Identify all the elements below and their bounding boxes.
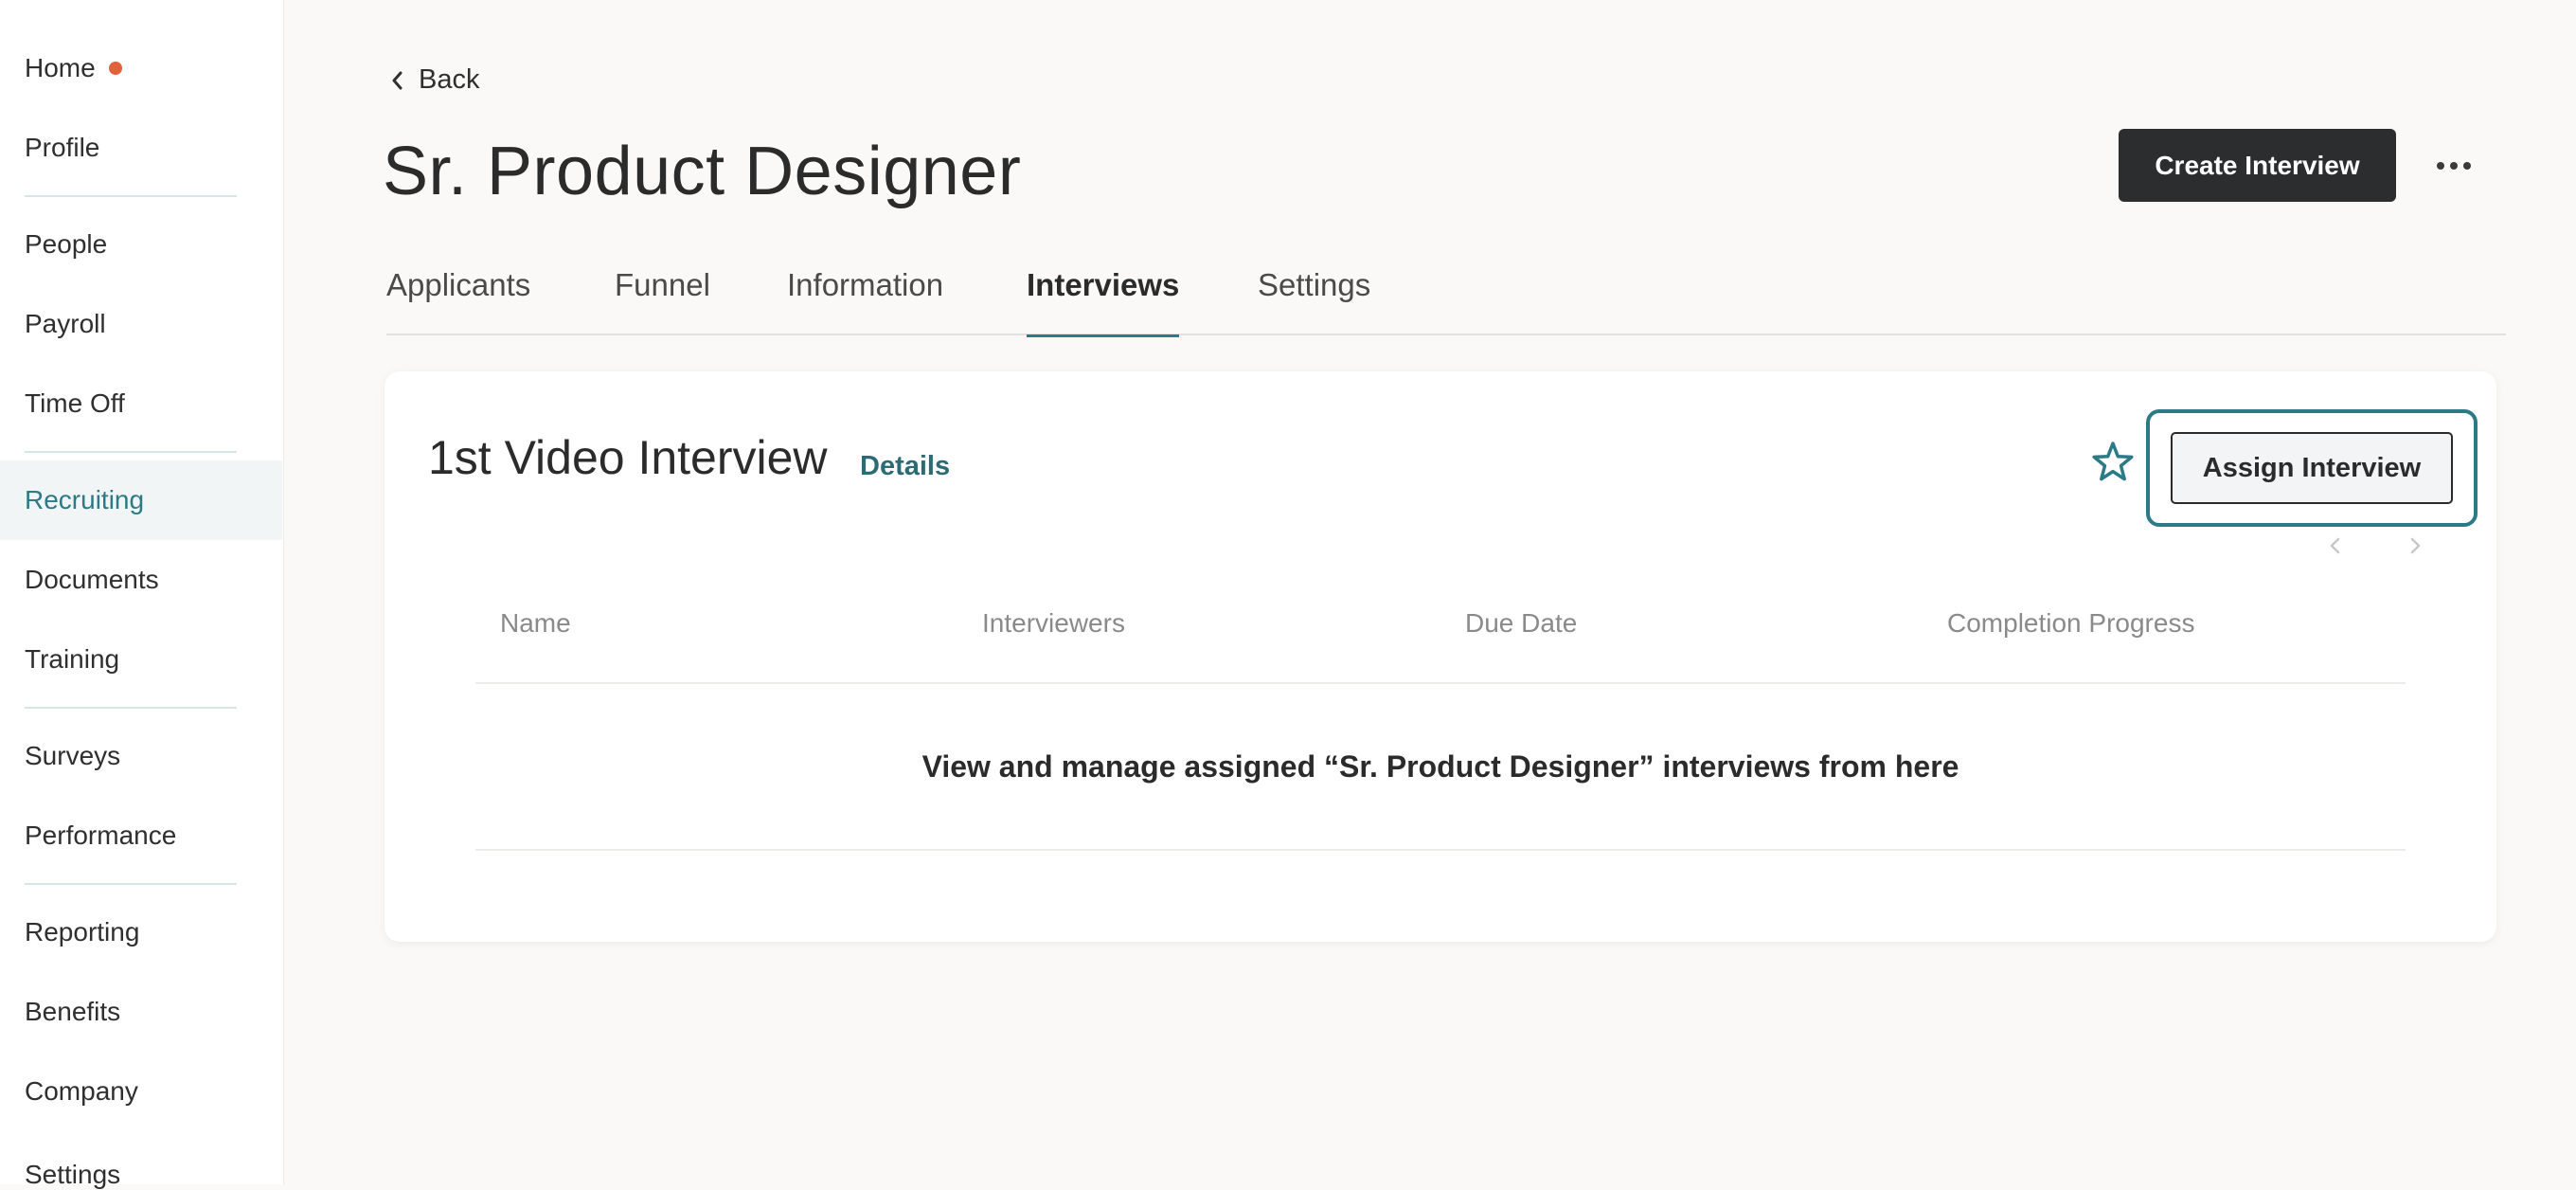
column-header-name[interactable]: Name: [500, 608, 571, 639]
sidebar-item-label: Benefits: [25, 997, 121, 1026]
star-icon[interactable]: [2091, 440, 2135, 483]
sidebar-item-label: Profile: [25, 133, 100, 162]
sidebar-item-label: Documents: [25, 565, 159, 594]
sidebar-item-label: Home: [25, 53, 96, 82]
sidebar-item-surveys[interactable]: Surveys: [0, 716, 282, 796]
sidebar-item-company[interactable]: Company: [0, 1052, 282, 1131]
sidebar-item-recruiting[interactable]: Recruiting: [0, 460, 282, 540]
notification-dot: [108, 62, 122, 75]
sidebar-divider: [25, 883, 237, 885]
sidebar-item-label: Company: [25, 1076, 138, 1106]
tab-interviews[interactable]: Interviews: [1027, 267, 1180, 337]
sidebar-item-label: Training: [25, 644, 120, 674]
back-label: Back: [419, 64, 480, 95]
column-header-due-date[interactable]: Due Date: [1465, 608, 1577, 639]
column-header-completion-progress[interactable]: Completion Progress: [1947, 608, 2194, 639]
interview-card: 1st Video Interview Details Assign Inter…: [385, 371, 2496, 942]
assign-interview-button[interactable]: Assign Interview: [2171, 432, 2453, 504]
sidebar-item-training[interactable]: Training: [0, 620, 282, 699]
sidebar-item-home[interactable]: Home: [0, 28, 282, 108]
sidebar-item-label: Reporting: [25, 917, 140, 947]
more-options-icon[interactable]: [2430, 150, 2478, 182]
sidebar-item-label: Performance: [25, 820, 177, 850]
sidebar-divider: [25, 195, 237, 197]
sidebar-item-reporting[interactable]: Reporting: [0, 892, 282, 972]
sidebar-item-people[interactable]: People: [0, 205, 282, 284]
empty-state-message: View and manage assigned “Sr. Product De…: [475, 684, 2406, 851]
sidebar-item-label: People: [25, 229, 108, 259]
tab-settings[interactable]: Settings: [1258, 267, 1370, 335]
sidebar-item-label: Payroll: [25, 309, 106, 338]
tab-bar: Applicants Funnel Information Interviews…: [386, 244, 2506, 337]
assign-interview-focus-ring: Assign Interview: [2146, 409, 2478, 527]
sidebar-item-performance[interactable]: Performance: [0, 796, 282, 875]
back-link[interactable]: Back: [390, 64, 479, 96]
tab-applicants[interactable]: Applicants: [386, 267, 530, 335]
sidebar-item-label: Surveys: [25, 741, 121, 770]
tab-information[interactable]: Information: [787, 267, 943, 335]
column-header-interviewers[interactable]: Interviewers: [982, 608, 1125, 639]
sidebar-divider: [25, 707, 237, 709]
page-title: Sr. Product Designer: [383, 134, 1022, 209]
sidebar-item-settings[interactable]: Settings: [0, 1131, 282, 1189]
sidebar-item-payroll[interactable]: Payroll: [0, 284, 282, 364]
sidebar-item-documents[interactable]: Documents: [0, 540, 282, 620]
create-interview-button[interactable]: Create Interview: [2119, 129, 2396, 202]
chevron-left-icon[interactable]: [2322, 532, 2349, 559]
sidebar-item-label: Settings: [25, 1160, 121, 1189]
chevron-right-icon[interactable]: [2402, 532, 2428, 559]
sidebar-item-time-off[interactable]: Time Off: [0, 364, 282, 443]
interview-title: 1st Video Interview: [428, 431, 828, 484]
sidebar: Home Profile People Payroll Time Off Rec…: [0, 0, 284, 1189]
sidebar-item-profile[interactable]: Profile: [0, 108, 282, 188]
sidebar-item-benefits[interactable]: Benefits: [0, 972, 282, 1052]
sidebar-item-label: Recruiting: [25, 485, 145, 514]
sidebar-item-label: Time Off: [25, 388, 125, 418]
table-header: Name Interviewers Due Date Completion Pr…: [475, 599, 2406, 684]
tab-funnel[interactable]: Funnel: [615, 267, 710, 335]
chevron-left-icon: [392, 71, 402, 89]
details-link[interactable]: Details: [860, 451, 950, 482]
sidebar-divider: [25, 451, 237, 453]
